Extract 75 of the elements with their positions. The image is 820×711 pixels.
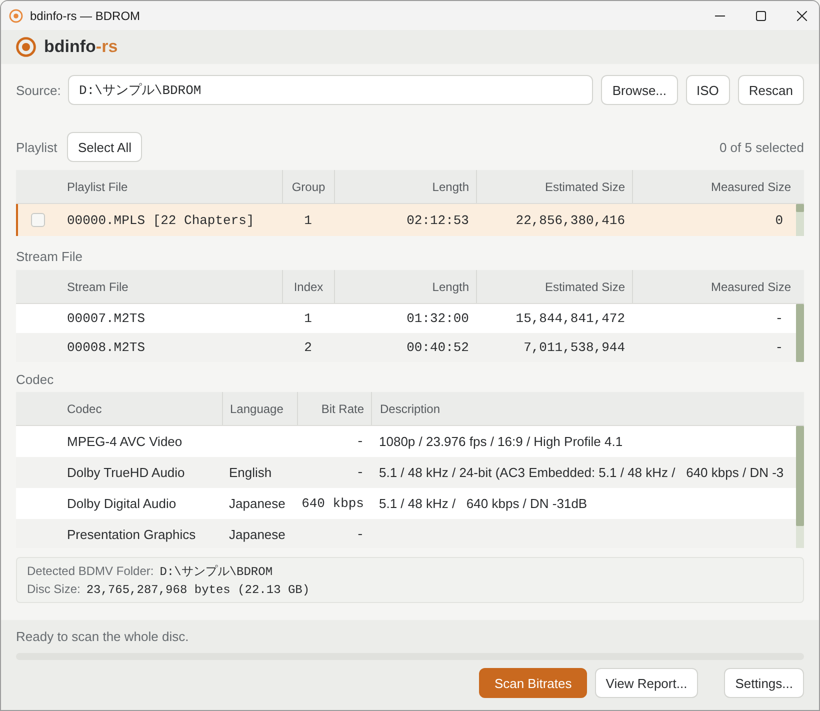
stream-row[interactable]: 00007.M2TS 1 01:32:00 15,844,841,472 - bbox=[16, 304, 796, 333]
source-button[interactable]: Rescan bbox=[738, 75, 804, 105]
info-value: 23,765,287,968 bytes (22.13 GB) bbox=[86, 583, 310, 597]
table-cell: - bbox=[356, 465, 364, 480]
info-label: Disc Size: bbox=[27, 582, 80, 596]
info-label: Detected BDMV Folder: bbox=[27, 564, 154, 578]
row-checkbox[interactable] bbox=[31, 213, 45, 227]
table-cell: 5.1 / 48 kHz / 640 kbps / DN -31dB bbox=[379, 496, 588, 511]
scrollbar-thumb[interactable] bbox=[796, 426, 804, 526]
table-cell: 0 bbox=[775, 212, 783, 228]
table-cell: 01:32:00 bbox=[406, 311, 469, 326]
column-header[interactable]: Playlist File bbox=[60, 170, 282, 203]
column-header[interactable]: Measured Size bbox=[632, 170, 796, 203]
column-header[interactable]: Group bbox=[282, 170, 334, 203]
info-value: D:\サンプル\BDROM bbox=[160, 564, 273, 580]
column-header[interactable]: Stream File bbox=[60, 270, 282, 303]
app-icon bbox=[9, 8, 23, 22]
column-header[interactable]: Description bbox=[371, 392, 796, 425]
table-cell: MPEG-4 AVC Video bbox=[67, 434, 182, 449]
table-cell: 1 bbox=[304, 311, 312, 326]
table-cell: 7,011,538,944 bbox=[524, 340, 625, 355]
section-label: Codec bbox=[16, 372, 54, 388]
column-header[interactable]: Length bbox=[334, 170, 476, 203]
logo-icon bbox=[16, 37, 36, 57]
table-cell: - bbox=[356, 527, 364, 542]
table-cell: 2 bbox=[304, 340, 312, 355]
table-cell: 00000.MPLS [22 Chapters] bbox=[67, 212, 254, 228]
status-text: Ready to scan the whole disc. bbox=[16, 628, 189, 646]
column-header[interactable]: Estimated Size bbox=[476, 170, 632, 203]
table-cell: Japanese bbox=[229, 527, 286, 542]
table-cell: English bbox=[229, 465, 272, 480]
table-cell: Japanese bbox=[229, 496, 286, 511]
maximize-icon[interactable] bbox=[756, 10, 766, 20]
scrollbar-thumb[interactable] bbox=[796, 204, 804, 212]
section-label: Stream File bbox=[16, 249, 82, 265]
action-button[interactable]: View Report... bbox=[594, 668, 698, 698]
window-title: bdinfo-rs — BDROM bbox=[30, 8, 140, 22]
table-cell: 00008.M2TS bbox=[67, 340, 146, 355]
table-cell: - bbox=[775, 311, 783, 326]
source-label: Source: bbox=[16, 82, 60, 98]
action-button[interactable]: Settings... bbox=[724, 668, 804, 698]
source-button[interactable]: ISO bbox=[686, 75, 730, 105]
table-cell: 15,844,841,472 bbox=[516, 311, 625, 326]
table-cell: - bbox=[775, 340, 783, 355]
table-cell: 5.1 / 48 kHz / 24-bit (AC3 Embedded: 5.1 / 48 kHz / 640 kbps / DN -3 bbox=[379, 465, 784, 480]
select-all-button[interactable]: Select All bbox=[67, 132, 142, 162]
table-cell: Dolby Digital Audio bbox=[67, 496, 176, 511]
playlist-row[interactable]: 00000.MPLS [22 Chapters] 1 02:12:53 22,856,380,416 0 bbox=[16, 204, 796, 236]
close-icon[interactable] bbox=[797, 10, 807, 20]
table-cell: 00:40:52 bbox=[406, 340, 469, 355]
column-header[interactable]: Measured Size bbox=[632, 270, 796, 303]
table-cell: - bbox=[356, 434, 364, 449]
column-header[interactable]: Estimated Size bbox=[476, 270, 632, 303]
table-cell: 640 kbps bbox=[302, 496, 364, 511]
table-cell: Dolby TrueHD Audio bbox=[67, 465, 185, 480]
codec-row[interactable]: Dolby Digital Audio Japanese 640 kbps 5.1 / 48 kHz / 640 kbps / DN -31dB bbox=[16, 488, 796, 519]
table-cell: 1 bbox=[304, 212, 312, 228]
column-header[interactable]: Bit Rate bbox=[297, 392, 371, 425]
source-path-field[interactable]: D:\サンプル\BDROM bbox=[68, 75, 594, 105]
table-cell: Presentation Graphics bbox=[67, 527, 196, 542]
table-cell: 02:12:53 bbox=[406, 212, 469, 228]
playlist-label: Playlist bbox=[16, 140, 58, 154]
action-button[interactable]: Scan Bitrates bbox=[479, 668, 587, 698]
column-header[interactable]: Length bbox=[334, 270, 476, 303]
table-cell: 1080p / 23.976 fps / 16:9 / High Profile 4.1 bbox=[379, 434, 623, 449]
scrollbar-thumb[interactable] bbox=[796, 304, 804, 362]
source-button[interactable]: Browse... bbox=[601, 75, 678, 105]
column-header[interactable]: Codec bbox=[60, 392, 222, 425]
column-header[interactable]: Index bbox=[282, 270, 334, 303]
app-title: bdinfo-rs bbox=[44, 37, 118, 57]
codec-row[interactable]: MPEG-4 AVC Video - 1080p / 23.976 fps / 16:9 / High Profile 4.1 bbox=[16, 426, 796, 457]
table-cell: 00007.M2TS bbox=[67, 311, 146, 326]
table-cell: 22,856,380,416 bbox=[516, 212, 625, 228]
selection-count: 0 of 5 selected bbox=[719, 140, 804, 154]
column-header[interactable]: Language bbox=[222, 392, 297, 425]
